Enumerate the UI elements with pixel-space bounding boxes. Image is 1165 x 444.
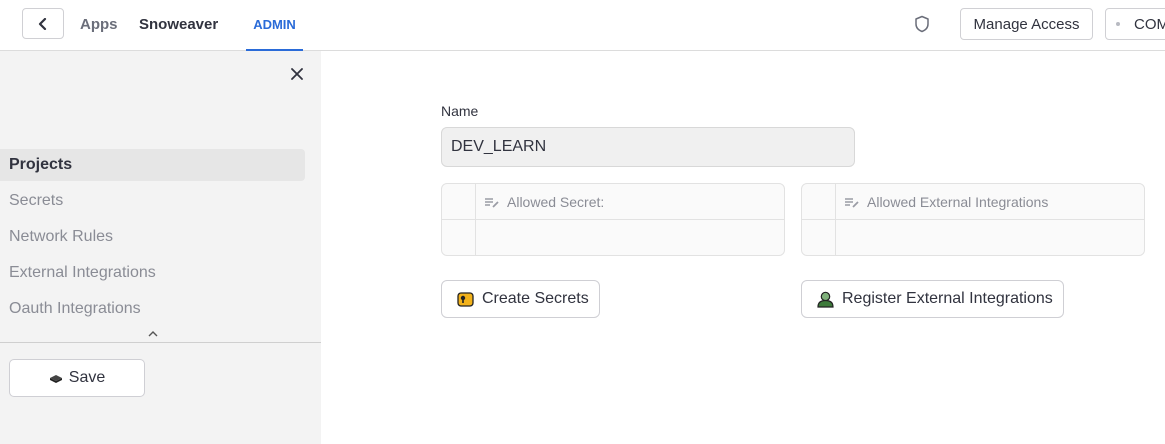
key-lock-icon xyxy=(456,290,475,308)
edit-list-icon xyxy=(844,197,859,208)
allowed-integrations-table[interactable]: Allowed External Integrations xyxy=(801,183,1145,256)
save-button[interactable]: Save xyxy=(9,359,145,397)
sidebar-item-secrets[interactable]: Secrets xyxy=(0,185,305,217)
disk-icon xyxy=(49,373,63,383)
tab-admin[interactable]: ADMIN xyxy=(246,0,303,51)
register-integrations-button[interactable]: Register External Integrations xyxy=(801,280,1064,318)
edit-list-icon xyxy=(484,197,499,208)
shield-icon[interactable] xyxy=(914,15,930,38)
top-bar: Apps Snoweaver ADMIN Manage Access COM xyxy=(0,0,1165,51)
column-header-allowed-secret[interactable]: Allowed Secret: xyxy=(484,184,604,220)
manage-access-button[interactable]: Manage Access xyxy=(960,8,1093,40)
column-header-allowed-external-integrations[interactable]: Allowed External Integrations xyxy=(844,184,1048,220)
breadcrumb-apps[interactable]: Apps xyxy=(80,16,118,33)
index-column-divider xyxy=(835,184,836,255)
sidebar-item-oauth-integrations[interactable]: Oauth Integrations xyxy=(0,293,305,325)
back-button[interactable] xyxy=(22,8,64,39)
user-icon xyxy=(816,290,835,308)
name-label: Name xyxy=(441,103,479,119)
breadcrumb-app-name[interactable]: Snoweaver xyxy=(139,16,218,33)
account-button[interactable]: COM xyxy=(1105,8,1165,40)
sidebar: Projects Secrets Network Rules External … xyxy=(0,51,321,444)
create-secrets-label: Create Secrets xyxy=(482,290,589,307)
register-integrations-label: Register External Integrations xyxy=(842,290,1053,307)
name-input[interactable]: DEV_LEARN xyxy=(441,127,855,167)
create-secrets-button[interactable]: Create Secrets xyxy=(441,280,600,318)
save-label: Save xyxy=(68,369,106,386)
close-sidebar-button[interactable] xyxy=(287,64,307,84)
column-label: Allowed Secret: xyxy=(507,194,605,210)
chevron-up-icon[interactable] xyxy=(148,328,158,340)
chevron-left-icon xyxy=(38,17,47,30)
close-icon xyxy=(291,68,303,80)
column-label: Allowed External Integrations xyxy=(867,194,1049,210)
sidebar-item-network-rules[interactable]: Network Rules xyxy=(0,221,305,253)
allowed-secrets-table[interactable]: Allowed Secret: xyxy=(441,183,785,256)
account-label: COM xyxy=(1134,15,1165,33)
sidebar-divider xyxy=(0,342,321,343)
sidebar-item-projects[interactable]: Projects xyxy=(0,149,305,181)
index-column-divider xyxy=(475,184,476,255)
sidebar-item-external-integrations[interactable]: External Integrations xyxy=(0,257,305,289)
status-dot-icon xyxy=(1116,22,1120,26)
